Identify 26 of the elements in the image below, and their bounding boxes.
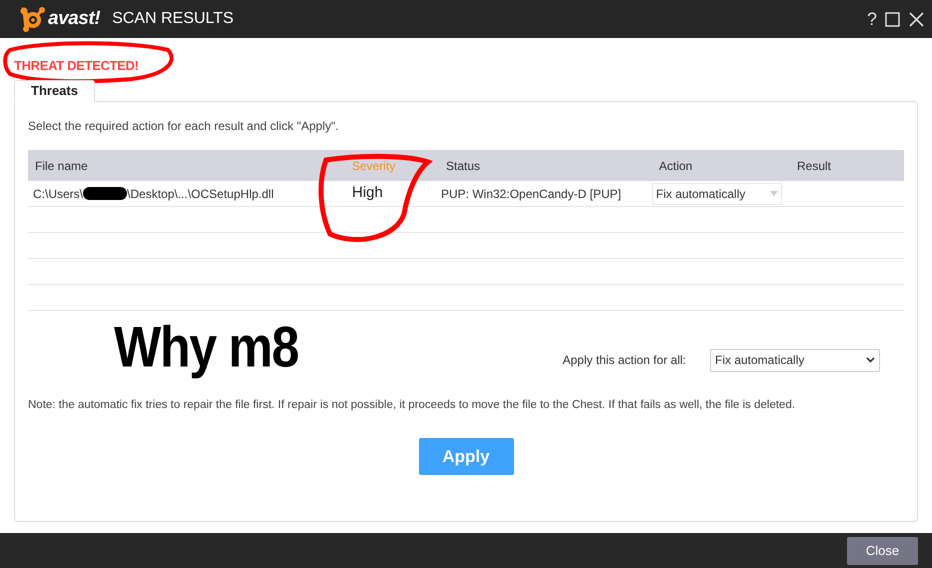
threat-heading: THREAT DETECTED! [14, 57, 139, 76]
severity-text: High [352, 184, 383, 202]
file-path-end: \Desktop\...\OCSetupHlp.dll [127, 186, 274, 202]
status-text: PUP: Win32:OpenCandy-D [PUP] [441, 186, 622, 200]
action-dropdown[interactable]: Fix automatically [652, 182, 782, 204]
file-path-start: C:\Users\ [33, 186, 84, 202]
apply-all-dropdown[interactable]: Fix automatically [710, 348, 880, 372]
meme-caption: Why m8 [114, 318, 298, 376]
threats-tab[interactable]: Threats [14, 80, 95, 102]
column-header[interactable]: Result [797, 158, 832, 172]
column-header[interactable]: Action [659, 158, 692, 172]
chevron-icon [866, 357, 875, 363]
chevron-icon [770, 191, 778, 196]
help-button[interactable]: ? [862, 6, 881, 32]
instruction-text: Select the required action for each result and click "Apply". [28, 118, 339, 135]
column-header[interactable]: File name [35, 158, 88, 172]
maximize-icon[interactable] [885, 12, 900, 26]
window-title: SCAN RESULTS [112, 9, 234, 29]
splat-logo-icon [20, 6, 46, 32]
logo-text: avast! [48, 6, 100, 31]
close-icon[interactable] [909, 12, 924, 26]
note-text: Note: the automatic fix tries to repair the file first. If repair is not possible, it proceeds to move the file to the Chest. If that fails as well, the file is deleted. [28, 398, 796, 414]
close-button[interactable]: Close [847, 536, 918, 564]
apply-all-label: Apply this action for all: [562, 352, 686, 369]
redaction-mark [83, 187, 128, 200]
column-header[interactable]: Status [446, 158, 480, 172]
